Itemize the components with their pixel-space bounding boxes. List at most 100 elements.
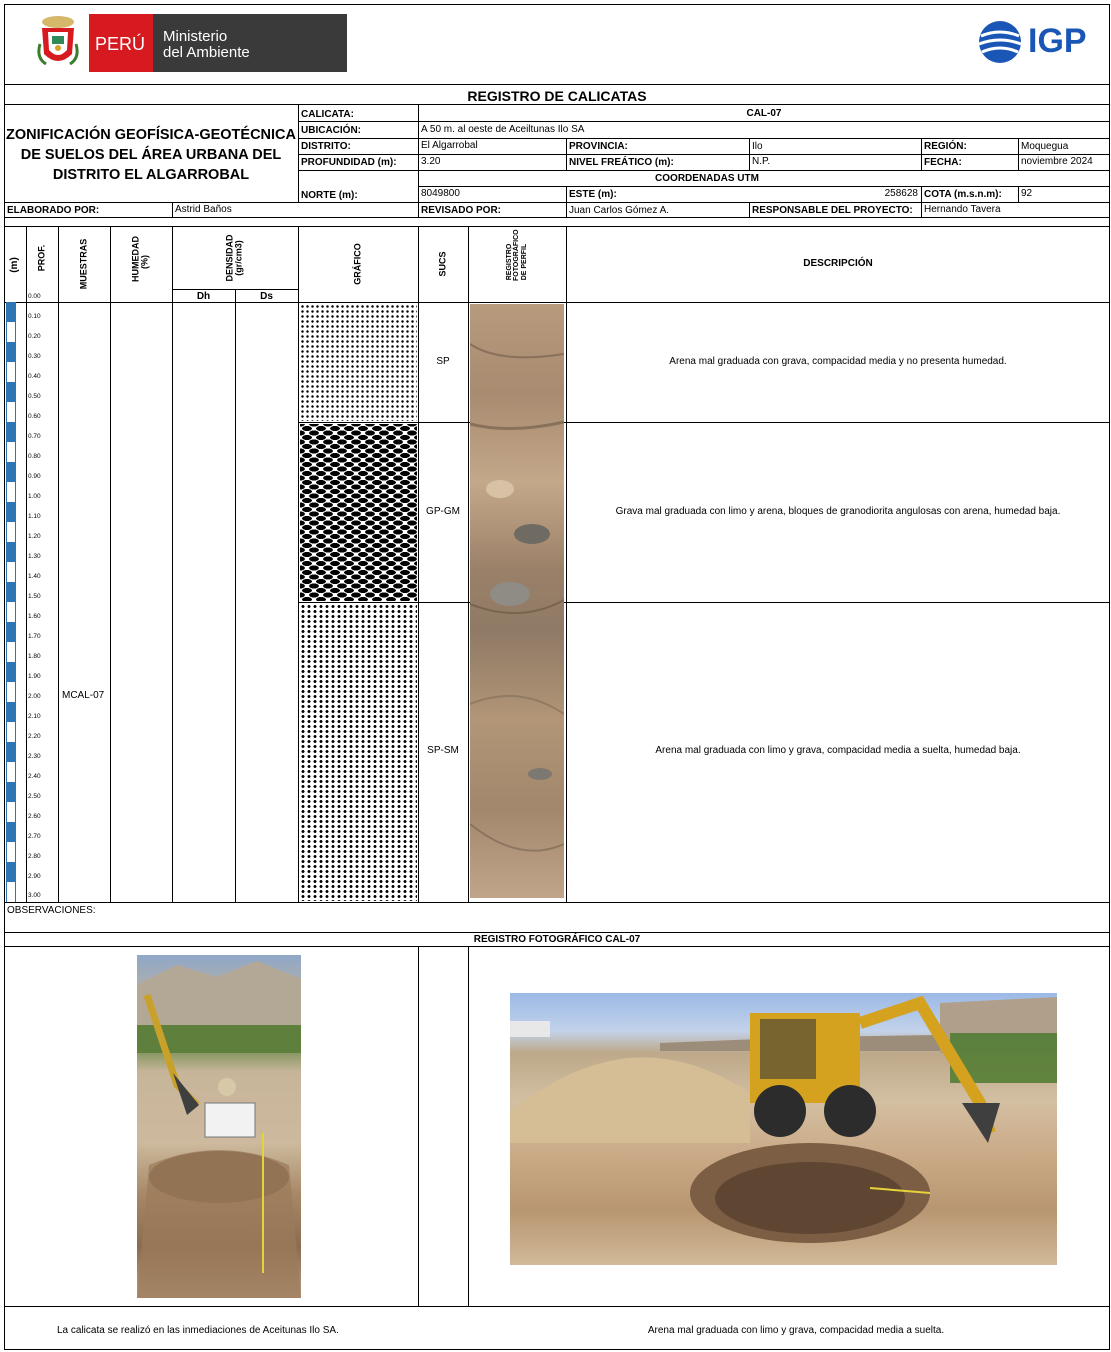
peru-brand-block: PERÚ bbox=[89, 14, 153, 72]
excavation-photo-left bbox=[137, 955, 301, 1298]
depth-scale-bar bbox=[6, 302, 16, 902]
depth-tick: 0.80 bbox=[28, 453, 41, 460]
revisado-label: REVISADO POR: bbox=[421, 205, 502, 216]
depth-tick: 0.20 bbox=[28, 333, 41, 340]
ubicacion-value: A 50 m. al oeste de Aceiltunas Ilo SA bbox=[421, 124, 585, 135]
ministry-brand-block: Ministerio del Ambiente bbox=[153, 14, 347, 72]
depth-tick: 2.00 bbox=[28, 693, 41, 700]
sample-label: MCAL-07 bbox=[62, 690, 105, 701]
responsable-value: Hernando Tavera bbox=[924, 204, 1001, 215]
depth-tick: 0.10 bbox=[28, 313, 41, 320]
layer-description-2: Grava mal graduada con limo y arena, blo… bbox=[615, 506, 1061, 517]
peru-label: PERÚ bbox=[95, 34, 146, 54]
project-title-line3: DISTRITO EL ALGARROBAL bbox=[52, 167, 250, 183]
fecha-label: FECHA: bbox=[924, 157, 962, 168]
revisado-value: Juan Carlos Gómez A. bbox=[569, 205, 670, 216]
depth-tick: 1.00 bbox=[28, 493, 41, 500]
nivel-freatico-value: N.P. bbox=[752, 156, 771, 167]
col-densidad-header: DENSIDAD (gr/cm3) bbox=[224, 234, 244, 282]
depth-tick: 0.00 bbox=[28, 293, 41, 300]
depth-tick: 2.80 bbox=[28, 853, 41, 860]
coordenadas-label: COORDENADAS UTM bbox=[655, 173, 759, 184]
depth-tick: 0.40 bbox=[28, 373, 41, 380]
project-title-line2: DE SUELOS DEL ÁREA URBANA DEL bbox=[20, 147, 282, 163]
depth-tick: 1.50 bbox=[28, 593, 41, 600]
caption-right: Arena mal graduada con limo y grava, com… bbox=[647, 1325, 945, 1336]
igp-logo: IGP bbox=[976, 16, 1104, 68]
project-title-line1: ZONIFICACIÓN GEOFÍSICA-GEOTÉCNICA bbox=[6, 127, 296, 143]
col-ds-header: Ds bbox=[260, 291, 273, 302]
fecha-value: noviembre 2024 bbox=[1021, 156, 1093, 167]
cota-value: 92 bbox=[1021, 188, 1033, 199]
depth-tick: 1.20 bbox=[28, 533, 41, 540]
este-value: 258628 bbox=[884, 188, 918, 199]
distrito-value: El Algarrobal bbox=[421, 140, 478, 151]
depth-tick: 1.10 bbox=[28, 513, 41, 520]
region-label: REGIÓN: bbox=[924, 141, 967, 152]
elaborado-label: ELABORADO POR: bbox=[7, 205, 100, 216]
depth-tick: 1.30 bbox=[28, 553, 41, 560]
cota-label: COTA (m.s.n.m): bbox=[924, 189, 1002, 200]
peru-shield-logo bbox=[36, 14, 80, 72]
col-muestras-header: MUESTRAS bbox=[78, 238, 89, 290]
layer-description-1: Arena mal graduada con grava, compacidad… bbox=[669, 356, 1007, 367]
calicata-label: CALICATA: bbox=[301, 109, 354, 120]
graphic-pattern-sp bbox=[300, 304, 417, 421]
depth-tick: 2.70 bbox=[28, 833, 41, 840]
depth-tick: 2.90 bbox=[28, 873, 41, 880]
depth-tick: 1.80 bbox=[28, 653, 41, 660]
distrito-label: DISTRITO: bbox=[301, 141, 351, 152]
depth-tick: 2.40 bbox=[28, 773, 41, 780]
provincia-label: PROVINCIA: bbox=[569, 141, 628, 152]
depth-tick: 2.50 bbox=[28, 793, 41, 800]
nivel-freatico-label: NIVEL FREÁTICO (m): bbox=[569, 157, 674, 168]
depth-tick: 1.60 bbox=[28, 613, 41, 620]
col-grafico-header: GRÁFICO bbox=[352, 243, 363, 285]
sucs-label-layer1: SP bbox=[436, 356, 450, 367]
graphic-pattern-gp-gm bbox=[300, 424, 417, 601]
depth-tick: 0.70 bbox=[28, 433, 41, 440]
depth-tick: 0.90 bbox=[28, 473, 41, 480]
photo-section-title: REGISTRO FOTOGRÁFICO CAL-07 bbox=[473, 934, 641, 945]
depth-tick: 2.20 bbox=[28, 733, 41, 740]
region-value: Moquegua bbox=[1021, 141, 1069, 152]
elaborado-value: Astrid Baños bbox=[175, 204, 232, 215]
col-humedad-header: HUMEDAD (%) bbox=[130, 236, 150, 282]
este-label: ESTE (m): bbox=[569, 189, 617, 200]
depth-tick: 2.10 bbox=[28, 713, 41, 720]
depth-tick: 0.30 bbox=[28, 353, 41, 360]
ministry-label-line1: Ministerio bbox=[163, 28, 228, 45]
caption-left: La calicata se realizó en las inmediacio… bbox=[57, 1325, 339, 1336]
sucs-label-layer3: SP-SM bbox=[427, 745, 459, 756]
project-title: ZONIFICACIÓN GEOFÍSICA-GEOTÉCNICA DE SUE… bbox=[6, 125, 296, 185]
ubicacion-label: UBICACIÓN: bbox=[301, 125, 361, 136]
col-sucs-header: SUCS bbox=[437, 251, 448, 277]
calicata-value: CAL-07 bbox=[746, 108, 782, 119]
excavation-photo-right bbox=[510, 993, 1057, 1265]
col-descripcion-header: DESCRIPCIÓN bbox=[803, 258, 873, 269]
igp-label: IGP bbox=[1028, 22, 1087, 60]
provincia-value: Ilo bbox=[752, 141, 763, 152]
depth-tick: 0.50 bbox=[28, 393, 41, 400]
col-dh-header: Dh bbox=[196, 291, 211, 302]
depth-tick: 2.60 bbox=[28, 813, 41, 820]
depth-tick: 2.30 bbox=[28, 753, 41, 760]
profundidad-label: PROFUNDIDAD (m): bbox=[301, 157, 397, 168]
col-m-header: (m) bbox=[8, 257, 20, 273]
depth-tick: 0.60 bbox=[28, 413, 41, 420]
norte-label: NORTE (m): bbox=[301, 190, 358, 201]
profundidad-value: 3.20 bbox=[421, 156, 441, 167]
profile-photo bbox=[469, 304, 565, 898]
responsable-label: RESPONSABLE DEL PROYECTO: bbox=[752, 205, 913, 216]
sucs-label-layer2: GP-GM bbox=[426, 506, 460, 517]
depth-tick: 3.00 bbox=[28, 892, 41, 899]
col-prof-header: PROF. bbox=[36, 244, 47, 272]
depth-tick: 1.90 bbox=[28, 673, 41, 680]
observaciones-label: OBSERVACIONES: bbox=[7, 905, 96, 916]
depth-tick: 1.40 bbox=[28, 573, 41, 580]
graphic-pattern-sp-sm bbox=[300, 604, 417, 901]
norte-value: 8049800 bbox=[421, 188, 460, 199]
depth-tick: 1.70 bbox=[28, 633, 41, 640]
report-title: REGISTRO DE CALICATAS bbox=[467, 88, 647, 104]
col-registro-foto-header: REGISTRO FOTOGRÁFICO DE PERFIL bbox=[505, 229, 528, 281]
